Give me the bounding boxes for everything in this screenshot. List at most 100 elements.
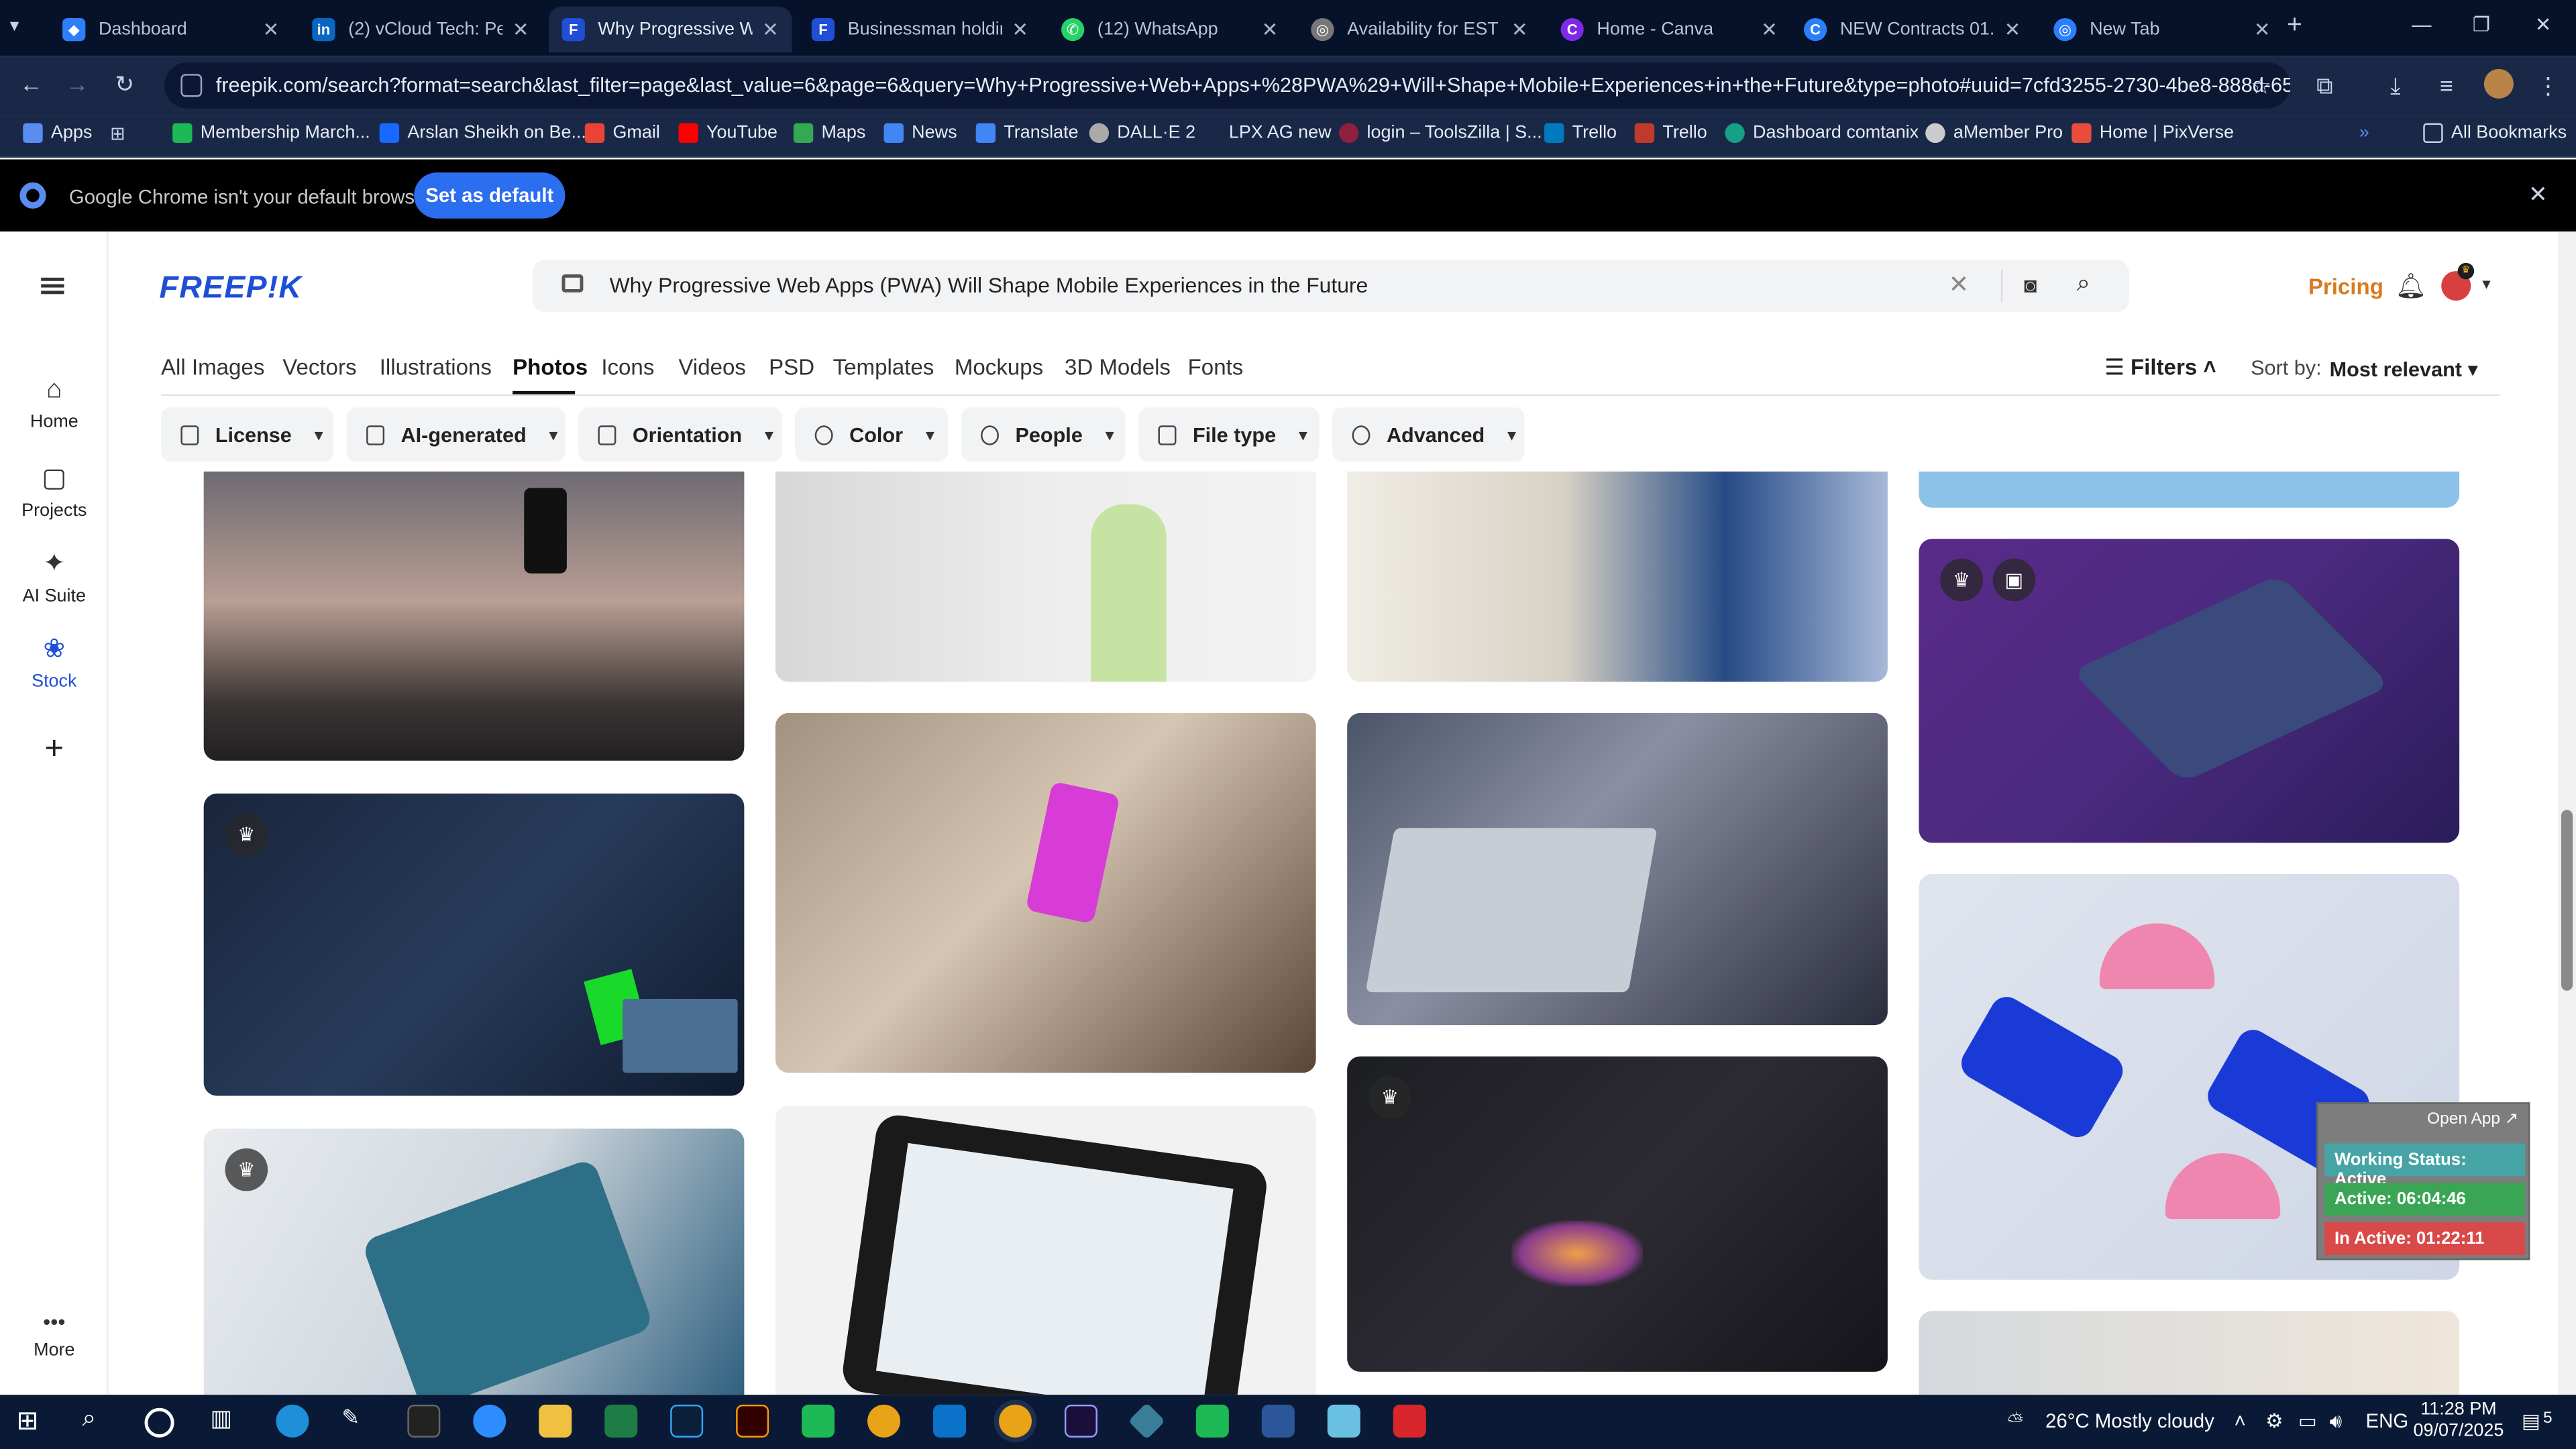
back-arrow-icon[interactable]: ← (19, 70, 42, 97)
tray-chevron-up-icon[interactable]: ˄ (2235, 1409, 2246, 1432)
image-type-icon[interactable] (561, 274, 584, 292)
search-input[interactable]: Why Progressive Web Apps (PWA) Will Shap… (610, 273, 1368, 298)
photo-laptop-phone-candles[interactable] (1347, 712, 1888, 1026)
tab-availability[interactable]: ◎ Availability for EST shifts ✕ (1298, 7, 1541, 53)
chrome-icon[interactable] (867, 1404, 901, 1438)
reload-icon[interactable]: ↻ (115, 70, 134, 99)
url-text[interactable]: freepik.com/search?format=search&last_fi… (216, 74, 2290, 97)
media-control-icon[interactable]: ≡ (2440, 72, 2453, 99)
notification-center-icon[interactable]: ▤ (2522, 1409, 2540, 1432)
address-bar[interactable]: freepik.com/search?format=search&last_fi… (164, 62, 2290, 109)
freepik-logo[interactable]: FREEP!K (160, 271, 303, 307)
tab-groups-icon[interactable]: ⊞ (110, 123, 125, 144)
pen-tool-icon[interactable]: ✎ (341, 1405, 374, 1438)
photo-tablet-ui-screens[interactable] (775, 1106, 1316, 1395)
open-app-link[interactable]: Open App ↗ (2427, 1111, 2518, 1129)
rail-item-ai-suite[interactable]: ✦ AI Suite (0, 547, 109, 606)
bookmark-membership[interactable]: Membership March... (172, 123, 370, 144)
site-info-icon[interactable] (180, 74, 203, 97)
filter-people[interactable]: People ▼ (961, 407, 1126, 462)
tab-vectors[interactable]: Vectors (282, 355, 356, 380)
minimize-icon[interactable]: — (2412, 13, 2431, 36)
rail-add-button[interactable]: + (0, 731, 109, 769)
tab-videos[interactable]: Videos (678, 355, 746, 380)
photo-woman-social-icons[interactable] (775, 471, 1316, 682)
app-light-blue-icon[interactable] (1327, 1404, 1360, 1438)
close-icon[interactable]: ✕ (1511, 18, 1528, 41)
tab-search-icon[interactable]: ▾ (10, 15, 19, 36)
app-diamond-icon[interactable] (1128, 1402, 1166, 1440)
set-as-default-button[interactable]: Set as default (414, 172, 566, 219)
menu-kebab-icon[interactable]: ⋮ (2536, 72, 2559, 101)
rail-item-home[interactable]: ⌂ Home (0, 376, 109, 432)
bookmark-star-icon[interactable]: ☆ (2251, 72, 2271, 101)
bookmark-apps[interactable]: Apps (23, 123, 92, 144)
tab-illustrations[interactable]: Illustrations (380, 355, 492, 380)
filter-advanced[interactable]: Advanced ▼ (1332, 407, 1525, 462)
volume-icon[interactable]: 🔊︎ (2330, 1409, 2343, 1434)
premiere-icon[interactable] (1064, 1404, 1097, 1438)
terminal-icon[interactable] (407, 1404, 441, 1438)
infobar-close-icon[interactable]: ✕ (2528, 180, 2548, 209)
pricing-link[interactable]: Pricing (2308, 274, 2383, 299)
forward-arrow-icon[interactable]: → (66, 70, 89, 97)
camera-search-icon[interactable]: ◙ (2024, 273, 2037, 298)
weather-text[interactable]: 26°C Mostly cloudy (2045, 1409, 2214, 1432)
cortana-icon[interactable] (144, 1407, 174, 1438)
tab-freepik-search[interactable]: F Why Progressive Web Apps ✕ (548, 6, 792, 53)
close-icon[interactable]: ✕ (2254, 18, 2271, 41)
zoom-icon[interactable] (473, 1404, 506, 1438)
bookmark-youtube[interactable]: YouTube (678, 123, 777, 144)
photo-isometric-phone-ui[interactable]: ♛ ▣ (1919, 539, 2460, 843)
rail-item-stock[interactable]: ❀ Stock (0, 633, 109, 692)
tab-contracts-pdf[interactable]: C NEW Contracts 01.pdf ✕ (1790, 7, 2033, 53)
photo-man-green-screen-phone[interactable]: ♛ (203, 793, 745, 1096)
search-icon[interactable]: ⌕ (82, 1405, 115, 1438)
bookmark-translate[interactable]: Translate (975, 123, 1079, 144)
bookmark-gmail[interactable]: Gmail (584, 123, 660, 144)
tab-photos[interactable]: Photos (513, 355, 588, 380)
filter-file-type[interactable]: File type ▼ (1138, 407, 1320, 462)
close-icon[interactable]: ✕ (1761, 18, 1778, 41)
tab-freepik-businessman[interactable]: F Businessman holding ✕ (798, 7, 1041, 53)
close-icon[interactable]: ✕ (762, 18, 779, 41)
chrome-active-icon[interactable] (998, 1404, 1032, 1438)
hamburger-menu-icon[interactable] (41, 277, 64, 294)
tab-whatsapp[interactable]: ✆ (12) WhatsApp ✕ (1048, 7, 1291, 53)
photo-women-video-call[interactable] (1919, 1311, 2460, 1395)
close-icon[interactable]: ✕ (2004, 18, 2021, 41)
tab-fonts[interactable]: Fonts (1188, 355, 1244, 380)
download-icon[interactable]: ⤓ (2390, 72, 2400, 101)
photo-hand-tablet-dashboard[interactable]: ♛ (203, 1128, 745, 1395)
windows-start-icon[interactable]: ⊞ (16, 1405, 49, 1438)
rail-item-more[interactable]: ••• More (0, 1309, 109, 1360)
sort-dropdown[interactable]: Most relevant ▾ (2330, 356, 2478, 381)
tab-linkedin[interactable]: in (2) vCloud Tech: People ✕ (299, 7, 542, 53)
close-icon[interactable]: ✕ (513, 18, 529, 41)
task-view-icon[interactable]: ▥ (210, 1405, 243, 1438)
new-tab-plus-icon[interactable]: + (2287, 11, 2302, 41)
bookmark-trello[interactable]: Trello (1544, 123, 1617, 144)
weather-icon[interactable]: ⛅︎ (2008, 1409, 2024, 1434)
close-icon[interactable]: ✕ (1262, 18, 1279, 41)
bookmark-amember[interactable]: aMember Pro (1925, 123, 2063, 144)
tab-all-images[interactable]: All Images (161, 355, 264, 380)
photo-hands-phone-ux[interactable] (775, 712, 1316, 1073)
filter-ai-generated[interactable]: AI-generated ▼ (346, 407, 566, 462)
search-icon[interactable]: ⌕ (2077, 270, 2091, 298)
bookmark-maps[interactable]: Maps (793, 123, 865, 144)
close-icon[interactable]: ✕ (1012, 18, 1028, 41)
vscode-icon[interactable] (933, 1404, 967, 1438)
app-green-icon[interactable] (802, 1404, 835, 1438)
acrobat-icon[interactable] (1393, 1404, 1426, 1438)
photo-woman-phone-floral[interactable] (1347, 471, 1888, 682)
excel-icon[interactable] (604, 1404, 638, 1438)
bookmark-trello-2[interactable]: Trello (1634, 123, 1707, 144)
photo-connect-wallet[interactable]: ♛ (1347, 1056, 1888, 1372)
tab-new-tab[interactable]: ◎ New Tab ✕ (2041, 7, 2284, 53)
language-indicator[interactable]: ENG (2366, 1409, 2409, 1432)
system-clock[interactable]: 11:28 PM 09/07/2025 (2414, 1400, 2504, 1443)
filter-orientation[interactable]: Orientation ▼ (578, 407, 782, 462)
window-close-icon[interactable]: ✕ (2535, 13, 2552, 36)
tab-dashboard[interactable]: ◆ Dashboard ✕ (49, 7, 292, 53)
